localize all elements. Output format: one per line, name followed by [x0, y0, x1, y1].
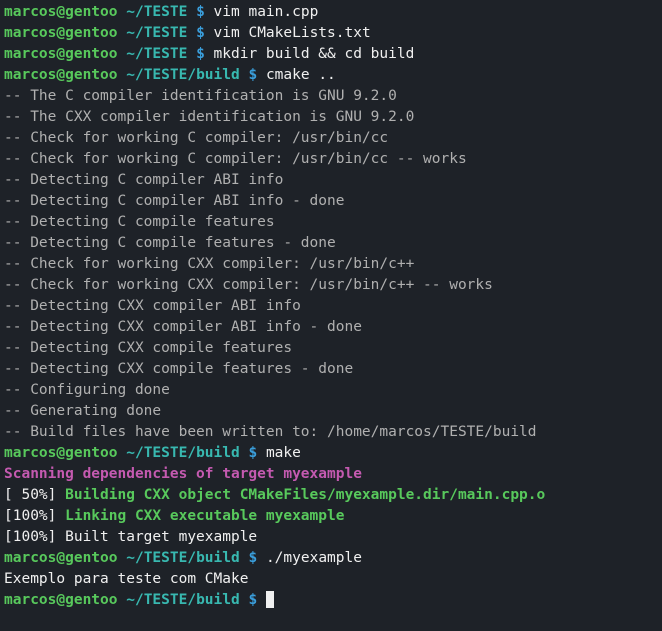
prompt-symbol: $: [248, 445, 257, 461]
command-text: make: [266, 445, 301, 461]
program-output: Exemplo para teste com CMake: [4, 569, 658, 590]
prompt-path: ~/TESTE/build: [126, 445, 240, 461]
output-line: -- Detecting C compile features - done: [4, 233, 658, 254]
command-text: cmake ..: [266, 67, 336, 83]
build-text: Building CXX object CMakeFiles/myexample…: [65, 487, 545, 503]
prompt-path: ~/TESTE: [126, 25, 187, 41]
output-link-100: [100%] Linking CXX executable myexample: [4, 506, 658, 527]
output-line: -- Generating done: [4, 401, 658, 422]
prompt-user: marcos@gentoo: [4, 592, 118, 608]
command-text: vim CMakeLists.txt: [214, 25, 371, 41]
prompt-line-5: marcos@gentoo ~/TESTE/build $ make: [4, 443, 658, 464]
prompt-user: marcos@gentoo: [4, 4, 118, 20]
command-text: mkdir build && cd build: [214, 46, 415, 62]
output-line: -- Check for working C compiler: /usr/bi…: [4, 128, 658, 149]
output-line: -- Detecting CXX compiler ABI info: [4, 296, 658, 317]
output-line: -- The CXX compiler identification is GN…: [4, 107, 658, 128]
output-line: -- Check for working CXX compiler: /usr/…: [4, 275, 658, 296]
output-line: -- Detecting CXX compiler ABI info - don…: [4, 317, 658, 338]
prompt-line-4: marcos@gentoo ~/TESTE/build $ cmake ..: [4, 65, 658, 86]
prompt-line-7: marcos@gentoo ~/TESTE/build $: [4, 590, 658, 611]
prompt-line-1: marcos@gentoo ~/TESTE $ vim main.cpp: [4, 2, 658, 23]
prompt-user: marcos@gentoo: [4, 550, 118, 566]
percent-label: [ 50%]: [4, 487, 65, 503]
output-line: -- Detecting C compiler ABI info - done: [4, 191, 658, 212]
command-text: ./myexample: [266, 550, 362, 566]
prompt-path: ~/TESTE: [126, 46, 187, 62]
output-line: -- Detecting CXX compile features - done: [4, 359, 658, 380]
prompt-symbol: $: [196, 46, 205, 62]
output-line: -- Detecting CXX compile features: [4, 338, 658, 359]
output-line: -- Detecting C compile features: [4, 212, 658, 233]
prompt-user: marcos@gentoo: [4, 25, 118, 41]
output-scan: Scanning dependencies of target myexampl…: [4, 464, 658, 485]
prompt-line-2: marcos@gentoo ~/TESTE $ vim CMakeLists.t…: [4, 23, 658, 44]
prompt-path: ~/TESTE/build: [126, 67, 240, 83]
prompt-line-6: marcos@gentoo ~/TESTE/build $ ./myexampl…: [4, 548, 658, 569]
output-line: -- Build files have been written to: /ho…: [4, 422, 658, 443]
prompt-symbol: $: [248, 592, 257, 608]
command-text: vim main.cpp: [214, 4, 319, 20]
prompt-path: ~/TESTE/build: [126, 550, 240, 566]
output-built: [100%] Built target myexample: [4, 527, 658, 548]
cursor-icon: [266, 591, 274, 608]
prompt-symbol: $: [196, 4, 205, 20]
output-line: -- Check for working C compiler: /usr/bi…: [4, 149, 658, 170]
output-build-50: [ 50%] Building CXX object CMakeFiles/my…: [4, 485, 658, 506]
prompt-line-3: marcos@gentoo ~/TESTE $ mkdir build && c…: [4, 44, 658, 65]
terminal[interactable]: marcos@gentoo ~/TESTE $ vim main.cpp mar…: [4, 2, 658, 611]
prompt-user: marcos@gentoo: [4, 46, 118, 62]
output-line: -- Detecting C compiler ABI info: [4, 170, 658, 191]
output-line: -- Check for working CXX compiler: /usr/…: [4, 254, 658, 275]
output-line: -- The C compiler identification is GNU …: [4, 86, 658, 107]
percent-label: [100%]: [4, 508, 65, 524]
prompt-symbol: $: [248, 550, 257, 566]
link-text: Linking CXX executable myexample: [65, 508, 344, 524]
prompt-path: ~/TESTE: [126, 4, 187, 20]
prompt-path: ~/TESTE/build: [126, 592, 240, 608]
output-line: -- Configuring done: [4, 380, 658, 401]
prompt-user: marcos@gentoo: [4, 67, 118, 83]
prompt-user: marcos@gentoo: [4, 445, 118, 461]
prompt-symbol: $: [248, 67, 257, 83]
prompt-symbol: $: [196, 25, 205, 41]
